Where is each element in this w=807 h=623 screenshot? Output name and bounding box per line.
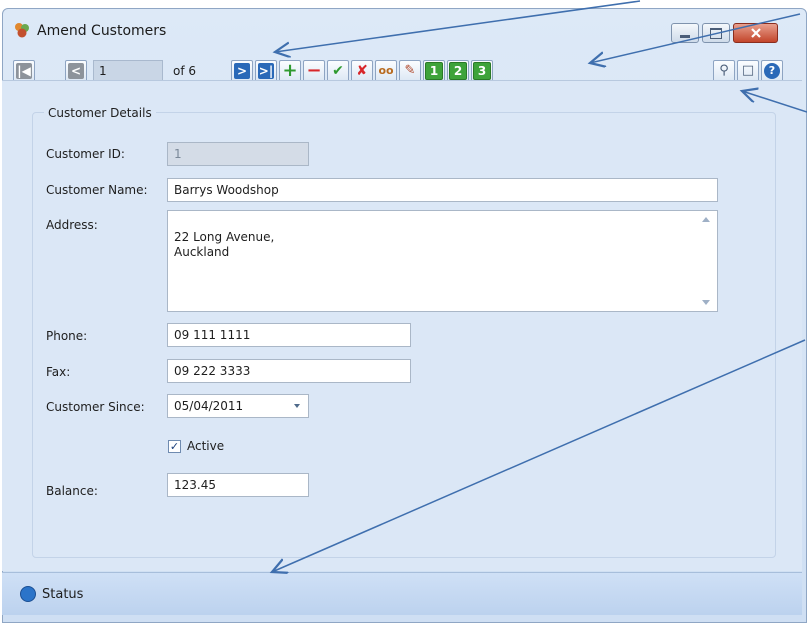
group-title: Customer Details — [44, 106, 156, 120]
preview-button[interactable]: ⚲ — [713, 60, 735, 82]
address-scrollbar[interactable] — [699, 215, 713, 307]
maximize-button[interactable] — [702, 23, 730, 43]
add-record-button[interactable]: + — [279, 60, 301, 82]
first-record-icon: |◀ — [16, 63, 32, 79]
customer-id-field: 1 — [167, 142, 309, 166]
balance-field[interactable]: 123.45 — [167, 473, 309, 497]
close-button[interactable] — [733, 23, 778, 43]
address-field[interactable]: 22 Long Avenue, Auckland — [167, 210, 718, 312]
cancel-edit-button[interactable]: ✘ — [351, 60, 373, 82]
record-number-field[interactable]: 1 — [93, 60, 163, 82]
phone-label: Phone: — [46, 329, 88, 343]
customer-name-field[interactable]: Barrys Woodshop — [167, 178, 718, 202]
scroll-down-icon — [702, 300, 710, 305]
numbered-button-1[interactable]: 1 — [423, 60, 445, 82]
first-record-button[interactable]: |◀ — [13, 60, 35, 82]
chevron-down-icon — [294, 404, 300, 408]
numbered-button-2[interactable]: 2 — [447, 60, 469, 82]
pencil-icon: ✎ — [404, 63, 416, 78]
number-1-icon: 1 — [425, 62, 443, 80]
minus-icon: − — [306, 60, 322, 81]
address-text: 22 Long Avenue, Auckland — [174, 230, 275, 259]
minimize-button[interactable] — [671, 23, 699, 43]
fax-field[interactable]: 09 222 3333 — [167, 359, 411, 383]
number-3-icon: 3 — [473, 62, 491, 80]
last-record-icon: >| — [258, 63, 274, 79]
customer-since-value: 05/04/2011 — [174, 399, 244, 413]
window-title: Amend Customers — [37, 23, 167, 39]
help-icon: ? — [764, 63, 780, 79]
copy-page-button[interactable]: □ — [737, 60, 759, 82]
record-count-label: of 6 — [173, 64, 197, 78]
previous-record-button[interactable]: < — [65, 60, 87, 82]
maximize-icon — [710, 27, 722, 39]
next-record-icon: > — [234, 63, 250, 79]
address-label: Address: — [46, 218, 98, 232]
fax-label: Fax: — [46, 365, 71, 379]
customers-app-icon — [15, 23, 29, 38]
edit-button[interactable]: ✎ — [399, 60, 421, 82]
active-label: Active — [187, 439, 225, 453]
minimize-icon — [680, 34, 690, 38]
checkmark-icon: ✓ — [169, 440, 180, 453]
next-record-button[interactable]: > — [231, 60, 253, 82]
customer-since-date-picker[interactable]: 05/04/2011 — [167, 394, 309, 418]
checkmark-icon: ✔ — [332, 63, 344, 79]
customer-name-label: Customer Name: — [46, 183, 148, 197]
refresh-button[interactable]: oo — [375, 60, 397, 82]
previous-record-icon: < — [68, 63, 84, 79]
number-2-icon: 2 — [449, 62, 467, 80]
cross-icon: ✘ — [356, 63, 368, 79]
plus-icon: + — [282, 60, 298, 81]
close-icon — [750, 28, 761, 38]
customer-id-label: Customer ID: — [46, 147, 125, 161]
title-bar[interactable]: Amend Customers — [3, 9, 806, 49]
customer-since-label: Customer Since: — [46, 400, 145, 414]
active-checkbox[interactable]: ✓ — [168, 440, 181, 453]
status-bar: Status — [2, 572, 802, 615]
numbered-button-3[interactable]: 3 — [471, 60, 493, 82]
info-icon — [20, 586, 36, 602]
delete-record-button[interactable]: − — [303, 60, 325, 82]
help-button[interactable]: ? — [761, 60, 783, 82]
balance-label: Balance: — [46, 484, 98, 498]
page-icon: □ — [741, 63, 755, 78]
scroll-up-icon — [702, 217, 710, 222]
status-label: Status — [42, 587, 84, 602]
glasses-icon: oo — [378, 64, 394, 77]
last-record-button[interactable]: >| — [255, 60, 277, 82]
magnifier-icon: ⚲ — [719, 63, 729, 78]
phone-field[interactable]: 09 111 1111 — [167, 323, 411, 347]
save-record-button[interactable]: ✔ — [327, 60, 349, 82]
